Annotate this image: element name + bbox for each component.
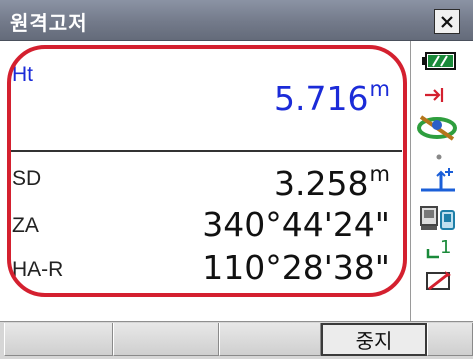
sd-value-number: 3.258 [274, 164, 369, 203]
mode-number: 1 [440, 237, 452, 258]
softkey-5[interactable] [427, 323, 473, 356]
signal-icon[interactable] [415, 111, 459, 143]
ht-value-number: 5.716 [274, 79, 369, 118]
close-icon [441, 15, 453, 28]
interface-icon[interactable] [419, 203, 457, 233]
battery-icon[interactable] [421, 51, 457, 71]
title-bar: 원격고저 [0, 0, 473, 41]
status-sidebar: 1 [411, 41, 473, 321]
har-value: 110°28'38" [202, 248, 390, 287]
stop-button[interactable]: 중지 [321, 323, 427, 356]
close-button[interactable] [434, 9, 460, 34]
softkey-1[interactable] [4, 323, 113, 356]
har-label: HA-R [12, 258, 64, 281]
ht-unit: m [369, 77, 390, 101]
za-label: ZA [12, 214, 39, 237]
ht-value: 5.716m [274, 77, 390, 118]
softkey-2[interactable] [113, 323, 219, 356]
mode-indicator[interactable]: 1 [425, 235, 455, 261]
ht-label: Ht [12, 63, 33, 86]
level-icon[interactable] [419, 166, 461, 194]
input-mode-icon[interactable] [425, 269, 453, 293]
softkey-bar: 중지 [0, 321, 473, 359]
tilt-icon[interactable] [435, 153, 443, 161]
sd-value: 3.258m [274, 162, 390, 203]
sd-label: SD [12, 167, 42, 190]
divider [10, 150, 402, 152]
target-icon[interactable] [423, 85, 447, 105]
sd-unit: m [369, 162, 390, 186]
za-value: 340°44'24" [202, 205, 390, 244]
window-title: 원격고저 [10, 11, 88, 35]
softkey-3[interactable] [219, 323, 321, 356]
measurement-panel: Ht 5.716m SD 3.258m ZA 340°44'24" HA-R 1… [0, 41, 411, 321]
